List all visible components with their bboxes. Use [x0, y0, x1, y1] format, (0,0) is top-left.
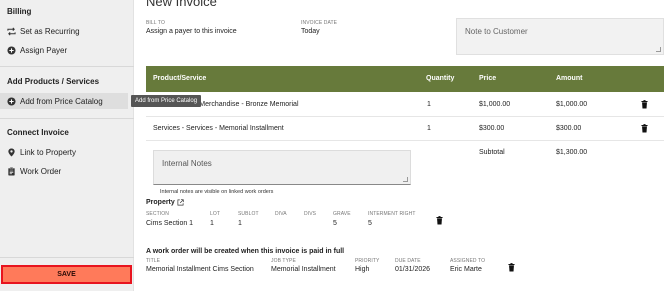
subtotal-value: $1,300.00	[556, 149, 588, 156]
wo-title-label: TITLE	[146, 258, 161, 264]
page-title: New Invoice	[146, 0, 217, 9]
wo-assigned-to-label: ASSIGNED TO	[450, 258, 486, 264]
billing-heading: Billing	[7, 7, 32, 16]
wo-title-value: Memorial Installment Cims Section	[146, 266, 254, 273]
amount-cell: $1,000.00	[556, 101, 588, 108]
save-button[interactable]: SAVE	[1, 265, 132, 284]
section-label: SECTION	[146, 211, 169, 217]
product-cell: Services - Services - Memorial Installme…	[153, 125, 284, 132]
column-header-amount: Amount	[556, 75, 583, 82]
delete-icon[interactable]	[436, 216, 443, 225]
internal-notes-placeholder: Internal Notes	[162, 159, 212, 168]
lot-label: LOT	[210, 211, 221, 217]
connect-invoice-heading: Connect Invoice	[7, 128, 69, 137]
grave-label: GRAVE	[333, 211, 351, 217]
property-title-text: Property	[146, 199, 175, 206]
wo-due-date-label: DUE DATE	[395, 258, 421, 264]
table-header: Product/Service Quantity Price Amount	[146, 66, 664, 92]
sidebar-item-assign-payer[interactable]: Assign Payer	[7, 43, 67, 57]
table-row: Merchandise - Merchandise - Bronze Memor…	[146, 93, 664, 117]
lot-value: 1	[210, 220, 214, 227]
delete-icon[interactable]	[508, 263, 515, 272]
resize-handle[interactable]	[656, 47, 661, 52]
divider	[0, 66, 134, 67]
invoice-date-label: INVOICE DATE	[301, 20, 338, 26]
wo-assigned-to-value: Eric Marte	[450, 266, 482, 273]
interment-right-label: INTERMENT RIGHT	[368, 211, 416, 217]
internal-notes-field[interactable]: Internal Notes	[153, 150, 411, 185]
bill-to-value[interactable]: Assign a payer to this invoice	[146, 28, 237, 35]
divider	[0, 257, 134, 258]
add-products-heading: Add Products / Services	[7, 77, 100, 86]
sidebar-item-label: Link to Property	[20, 147, 77, 157]
note-placeholder: Note to Customer	[465, 27, 528, 36]
property-title[interactable]: Property	[146, 199, 184, 206]
work-order-title: A work order will be created when this i…	[146, 248, 345, 255]
column-header-quantity: Quantity	[426, 75, 455, 82]
table-row: Services - Services - Memorial Installme…	[146, 117, 664, 141]
quantity-cell: 1	[427, 101, 431, 108]
wo-due-date-value: 01/31/2026	[395, 266, 431, 273]
tooltip: Add from Price Catalog	[131, 95, 202, 107]
price-cell: $300.00	[479, 125, 505, 132]
note-to-customer-field[interactable]: Note to Customer	[456, 18, 664, 55]
grave-value: 5	[333, 220, 337, 227]
sidebar-item-label: Assign Payer	[20, 45, 68, 55]
wo-priority-label: PRIORITY	[355, 258, 380, 264]
wo-job-type-value: Memorial Installment	[271, 266, 336, 273]
amount-cell: $300.00	[556, 125, 582, 132]
interment-right-value: 5	[368, 220, 372, 227]
wo-job-type-label: JOB TYPE	[271, 258, 296, 264]
price-cell: $1,000.00	[479, 101, 511, 108]
column-header-price: Price	[479, 75, 497, 82]
location-pin-icon	[7, 147, 16, 157]
sublot-value: 1	[238, 220, 242, 227]
internal-notes-helper: Internal notes are visible on linked wor…	[160, 189, 274, 195]
subtotal-label: Subtotal	[479, 149, 505, 156]
sublot-label: SUBLOT	[238, 211, 259, 217]
wo-priority-value: High	[355, 266, 370, 273]
sidebar-item-set-recurring[interactable]: Set as Recurring	[7, 24, 80, 38]
resize-handle[interactable]	[403, 177, 408, 182]
sidebar-item-add-from-catalog[interactable]: Add from Price Catalog	[0, 93, 128, 109]
column-header-product: Product/Service	[153, 75, 207, 82]
sidebar-item-link-property[interactable]: Link to Property	[7, 145, 76, 159]
add-circle-icon	[7, 96, 16, 106]
clipboard-icon	[7, 166, 16, 176]
bill-to-label: BILL TO	[146, 20, 165, 26]
delete-icon[interactable]	[641, 100, 648, 109]
sidebar-item-label: Set as Recurring	[20, 26, 80, 36]
sidebar-item-work-order[interactable]: Work Order	[7, 164, 61, 178]
section-value: Cims Section 1	[146, 220, 194, 227]
diva-label: DIVA	[275, 211, 287, 217]
quantity-cell: 1	[427, 125, 431, 132]
sidebar: Billing Set as Recurring Assign Payer Ad…	[0, 0, 134, 291]
sidebar-item-label: Work Order	[20, 166, 62, 176]
external-link-icon[interactable]	[177, 199, 184, 206]
add-circle-icon	[7, 45, 16, 55]
invoice-date-value[interactable]: Today	[301, 28, 320, 35]
repeat-icon	[7, 27, 16, 36]
divider	[0, 118, 134, 119]
delete-icon[interactable]	[641, 124, 648, 133]
sidebar-item-label: Add from Price Catalog	[20, 96, 103, 106]
divs-label: DIVS	[304, 211, 317, 217]
